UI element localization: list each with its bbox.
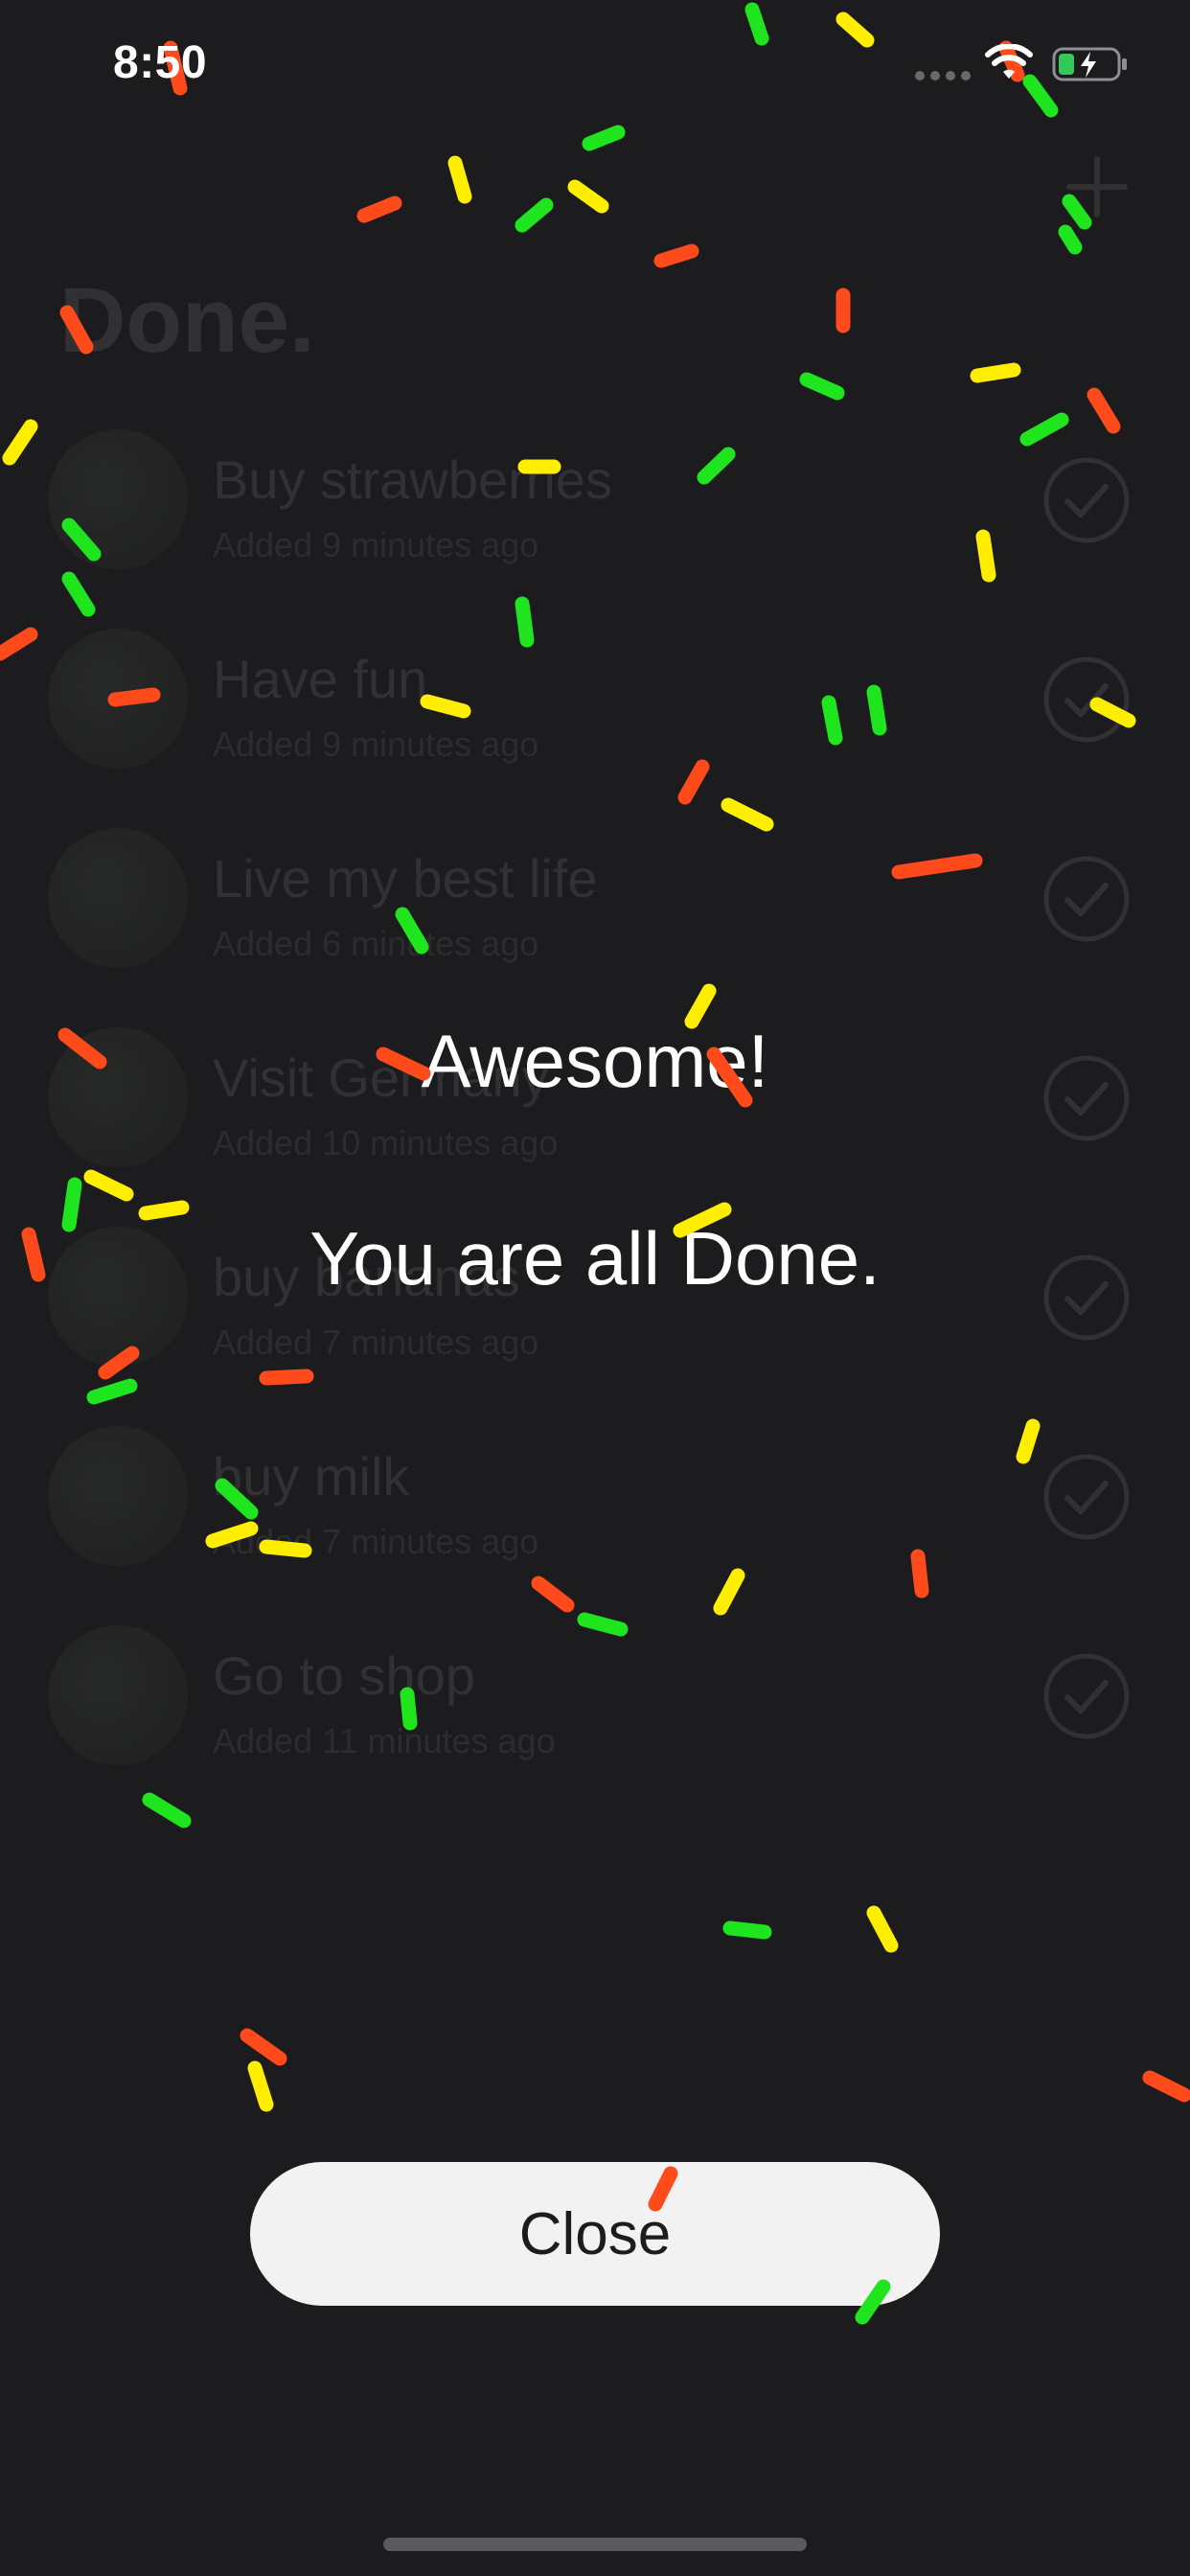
celebration-message: You are all Done. xyxy=(309,1216,881,1300)
status-time: 8:50 xyxy=(113,37,208,88)
battery-charging-icon xyxy=(1052,47,1127,81)
item-thumbnail xyxy=(48,828,188,968)
item-subtitle: Added 6 minutes ago xyxy=(213,924,539,963)
item-title: Live my best life xyxy=(213,848,598,908)
list-item[interactable]: buy milk Added 7 minutes ago xyxy=(0,1426,1190,1625)
checkmark-icon[interactable] xyxy=(1042,456,1131,544)
item-subtitle: Added 9 minutes ago xyxy=(213,525,539,564)
list-item[interactable]: Live my best life Added 6 minutes ago xyxy=(0,828,1190,1027)
status-bar: 8:50 xyxy=(0,0,1190,129)
item-title: Buy strawberries xyxy=(213,449,613,510)
cellular-signal-icon xyxy=(915,71,971,80)
todo-list: Buy strawberries Added 9 minutes ago Have … xyxy=(0,429,1190,1825)
plus-icon xyxy=(1066,156,1128,218)
item-thumbnail xyxy=(48,1625,188,1765)
item-title: buy milk xyxy=(213,1446,410,1506)
page-title: Done. xyxy=(59,269,315,372)
item-thumbnail xyxy=(48,429,188,569)
wifi-icon xyxy=(985,44,1033,79)
item-subtitle: Added 10 minutes ago xyxy=(213,1123,559,1162)
list-item[interactable]: Buy strawberries Added 9 minutes ago xyxy=(0,429,1190,629)
item-thumbnail xyxy=(48,1426,188,1566)
checkmark-icon[interactable] xyxy=(1042,1453,1131,1541)
celebration-headline: Awesome! xyxy=(421,1019,769,1103)
checkmark-icon[interactable] xyxy=(1042,855,1131,943)
item-subtitle: Added 7 minutes ago xyxy=(213,1322,539,1362)
checkmark-icon[interactable] xyxy=(1042,1652,1131,1740)
item-title: Go to shop xyxy=(213,1645,475,1706)
item-subtitle: Added 9 minutes ago xyxy=(213,724,539,764)
checkmark-icon[interactable] xyxy=(1042,656,1131,744)
list-item[interactable]: Go to shop Added 11 minutes ago xyxy=(0,1625,1190,1825)
item-title: Have fun xyxy=(213,649,428,709)
list-item[interactable]: Have fun Added 9 minutes ago xyxy=(0,629,1190,828)
item-subtitle: Added 7 minutes ago xyxy=(213,1522,539,1561)
item-thumbnail xyxy=(48,629,188,769)
item-subtitle: Added 11 minutes ago xyxy=(213,1721,556,1760)
close-button[interactable]: Close xyxy=(250,2162,940,2306)
home-indicator[interactable] xyxy=(383,2538,807,2551)
